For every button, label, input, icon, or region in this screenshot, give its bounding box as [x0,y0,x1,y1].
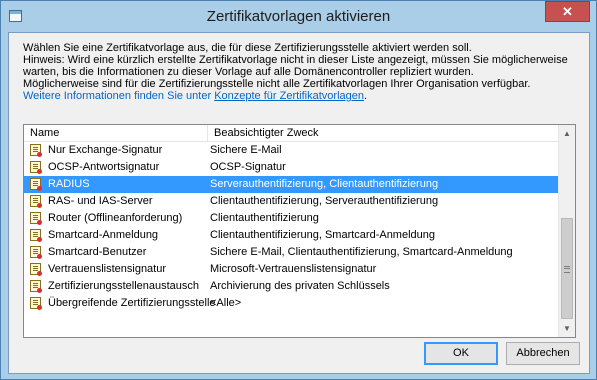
list-row[interactable]: Smartcard-Benutzer Sichere E-Mail, Client… [24,244,558,261]
row-name: RAS- und IAS-Server [48,195,153,207]
list-row[interactable]: Vertrauenslistensignatur Microsoft-Vertra… [24,261,558,278]
row-name: Nur Exchange-Signatur [48,144,163,156]
row-purpose: Serverauthentifizierung, Clientauthentif… [210,178,439,190]
cancel-button[interactable]: Abbrechen [506,342,580,365]
list-row[interactable]: RAS- und IAS-Server Clientauthentifizieru… [24,193,558,210]
certificate-template-icon [30,178,42,191]
description-text: Wählen Sie eine Zertifikatvorlage aus, d… [23,42,583,102]
title-bar[interactable]: Zertifikatvorlagen aktivieren ✕ [1,1,596,33]
row-purpose: OCSP-Signatur [210,161,286,173]
row-purpose: Microsoft-Vertrauenslistensignatur [210,263,377,275]
row-purpose: <Alle> [210,297,242,309]
row-name: OCSP-Antwortsignatur [48,161,160,173]
dialog-window: Zertifikatvorlagen aktivieren ✕ Wählen S… [0,0,597,380]
row-name: Vertrauenslistensignatur [48,263,167,275]
row-name: RADIUS [48,178,90,190]
list-row[interactable]: Übergreifende Zertifizierungsstelle <Alle… [24,295,558,312]
list-row[interactable]: Router (Offlineanforderung) Clientauthent… [24,210,558,227]
row-name: Übergreifende Zertifizierungsstelle [48,297,216,309]
info-prefix: Weitere Informationen finden Sie unter [23,90,215,102]
info-suffix: . [364,90,368,102]
description-line: Hinweis: Wird eine kürzlich erstellte Ze… [23,54,568,66]
certificate-template-icon [30,263,42,276]
list-rows: Nur Exchange-Signatur Sichere E-Mail OCSP-… [24,142,558,312]
info-line: Weitere Informationen finden Sie unter K… [23,90,583,102]
certificate-template-icon [30,212,42,225]
row-purpose: Sichere E-Mail [210,144,282,156]
dialog-client-area: Wählen Sie eine Zertifikatvorlage aus, d… [8,32,590,374]
description-line: warten, bis die Informationen zu dieser … [23,66,474,78]
scroll-up-arrow-icon[interactable]: ▲ [559,125,575,142]
row-purpose: Clientauthentifizierung, Serverauthentif… [210,195,439,207]
row-name: Smartcard-Anmeldung [48,229,159,241]
ok-button[interactable]: OK [424,342,498,365]
row-name: Smartcard-Benutzer [48,246,147,258]
scroll-down-arrow-icon[interactable]: ▼ [559,320,575,337]
row-name: Router (Offlineanforderung) [48,212,183,224]
row-name: Zertifizierungsstellenaustausch [48,280,200,292]
vertical-scrollbar[interactable]: ▲ ▼ [558,125,575,337]
certificate-template-icon [30,229,42,242]
certificate-template-icon [30,195,42,208]
grip-icon [564,266,570,273]
list-row[interactable]: OCSP-Antwortsignatur OCSP-Signatur [24,159,558,176]
list-row[interactable]: Smartcard-Anmeldung Clientauthentifizieru… [24,227,558,244]
row-purpose: Archivierung des privaten Schlüssels [210,280,390,292]
certificate-template-icon [30,161,42,174]
close-button[interactable]: ✕ [545,1,590,22]
concepts-link[interactable]: Konzepte für Zertifikatvorlagen [214,90,364,102]
certificate-template-icon [30,144,42,157]
certificate-template-icon [30,246,42,259]
window-title: Zertifikatvorlagen aktivieren [206,8,391,25]
list-header: Name Beabsichtigter Zweck [24,125,558,142]
list-row[interactable]: Nur Exchange-Signatur Sichere E-Mail [24,142,558,159]
certificate-template-icon [30,297,42,310]
column-header-purpose[interactable]: Beabsichtigter Zweck [214,127,319,139]
row-purpose: Clientauthentifizierung, Smartcard-Anmel… [210,229,436,241]
list-row[interactable]: RADIUS Serverauthentifizierung, Clientaut… [24,176,558,193]
column-header-name[interactable]: Name [30,127,59,139]
list-row[interactable]: Zertifizierungsstellenaustausch Archivier… [24,278,558,295]
description-line: Wählen Sie eine Zertifikatvorlage aus, d… [23,42,472,54]
description-line: Möglicherweise sind für die Zertifizieru… [23,78,531,90]
template-list[interactable]: Name Beabsichtigter Zweck Nur Exchange-S… [23,124,576,338]
row-purpose: Sichere E-Mail, Clientauthentifizierung,… [210,246,513,258]
row-purpose: Clientauthentifizierung [210,212,319,224]
scroll-thumb[interactable] [561,218,573,319]
column-separator[interactable] [207,125,208,141]
certificate-template-icon [30,280,42,293]
